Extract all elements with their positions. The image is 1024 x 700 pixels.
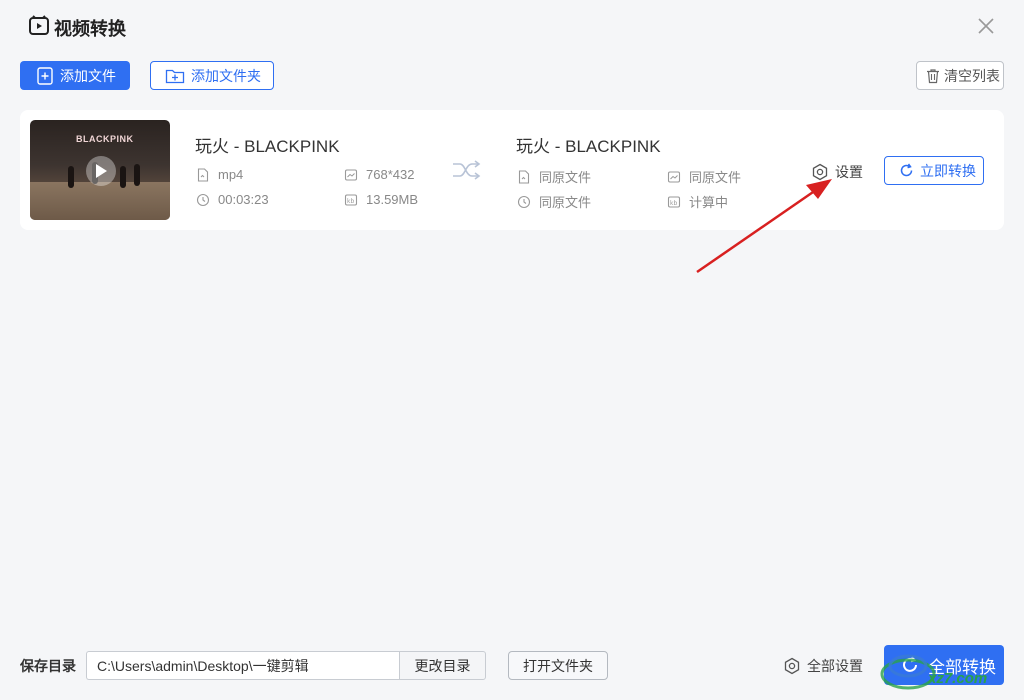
gear-icon (812, 163, 828, 181)
item-settings-button[interactable]: 设置 (811, 162, 863, 182)
clock-icon (517, 195, 531, 208)
source-resolution: 768*432 (344, 167, 414, 182)
target-size-value: 计算中 (689, 195, 729, 210)
source-duration: 00:03:23 (196, 192, 269, 207)
target-file-name: 玩火 - BLACKPINK (516, 137, 661, 156)
file-format-icon (518, 169, 530, 184)
save-dir-label: 保存目录 (20, 658, 76, 674)
play-icon (96, 164, 107, 178)
convert-now-label: 立即转换 (920, 162, 976, 179)
play-button[interactable] (86, 156, 116, 186)
item-settings-label: 设置 (835, 164, 863, 180)
change-dir-button[interactable]: 更改目录 (399, 651, 486, 680)
clear-list-button[interactable]: 清空列表 (916, 61, 1004, 90)
clear-list-label: 清空列表 (944, 67, 1000, 84)
gear-icon (784, 657, 800, 675)
target-format: 同原文件 (517, 167, 591, 186)
thumbnail-figure (134, 164, 140, 186)
thumbnail-floor (30, 182, 170, 220)
file-item-card: BLACKPINK 玩火 - BLACKPINK mp4 768*432 00:… (20, 110, 1004, 230)
source-format-value: mp4 (218, 167, 244, 182)
close-icon[interactable] (976, 16, 996, 36)
thumbnail-banner-text: BLACKPINK (76, 134, 134, 144)
app-title: 视频转换 (54, 19, 126, 39)
svg-text:kb: kb (347, 198, 354, 205)
trash-icon (927, 68, 939, 83)
clock-icon (196, 193, 210, 206)
shuffle-arrow-icon (453, 160, 481, 180)
title-bar: 视频转换 (0, 0, 1024, 52)
source-format: mp4 (196, 167, 243, 182)
file-size-icon: kb (344, 193, 358, 206)
svg-text:kb: kb (670, 200, 677, 207)
source-duration-value: 00:03:23 (218, 192, 269, 207)
thumbnail-figure (68, 166, 74, 188)
source-resolution-value: 768*432 (366, 167, 415, 182)
convert-all-button[interactable]: 全部转换 (884, 645, 1004, 685)
add-file-label: 添加文件 (60, 67, 116, 84)
file-format-icon (197, 167, 209, 182)
add-file-icon (37, 66, 53, 85)
resolution-icon (344, 168, 358, 181)
all-settings-button[interactable]: 全部设置 (783, 656, 863, 676)
source-file-name: 玩火 - BLACKPINK (195, 137, 340, 156)
target-resolution: 同原文件 (667, 167, 741, 186)
video-thumbnail[interactable]: BLACKPINK (30, 120, 170, 220)
resolution-icon (667, 170, 681, 183)
target-size: kb 计算中 (667, 192, 728, 211)
open-folder-button[interactable]: 打开文件夹 (508, 651, 608, 680)
target-format-value: 同原文件 (539, 170, 592, 185)
add-folder-label: 添加文件夹 (191, 67, 261, 84)
file-size-icon: kb (667, 195, 681, 208)
refresh-icon (900, 163, 913, 177)
convert-now-button[interactable]: 立即转换 (884, 156, 984, 185)
add-folder-button[interactable]: 添加文件夹 (150, 61, 274, 90)
target-resolution-value: 同原文件 (689, 170, 742, 185)
convert-icon (903, 656, 917, 672)
convert-all-label: 全部转换 (928, 657, 996, 677)
all-settings-label: 全部设置 (807, 658, 863, 674)
add-folder-icon (165, 69, 185, 83)
annotation-arrow (696, 179, 832, 274)
add-file-button[interactable]: 添加文件 (20, 61, 130, 90)
target-duration-value: 同原文件 (539, 195, 592, 210)
save-dir-input[interactable] (86, 651, 400, 680)
target-duration: 同原文件 (517, 192, 591, 211)
thumbnail-figure (120, 166, 126, 188)
source-size: kb 13.59MB (344, 192, 418, 207)
video-convert-icon (29, 15, 49, 35)
source-size-value: 13.59MB (366, 192, 419, 207)
